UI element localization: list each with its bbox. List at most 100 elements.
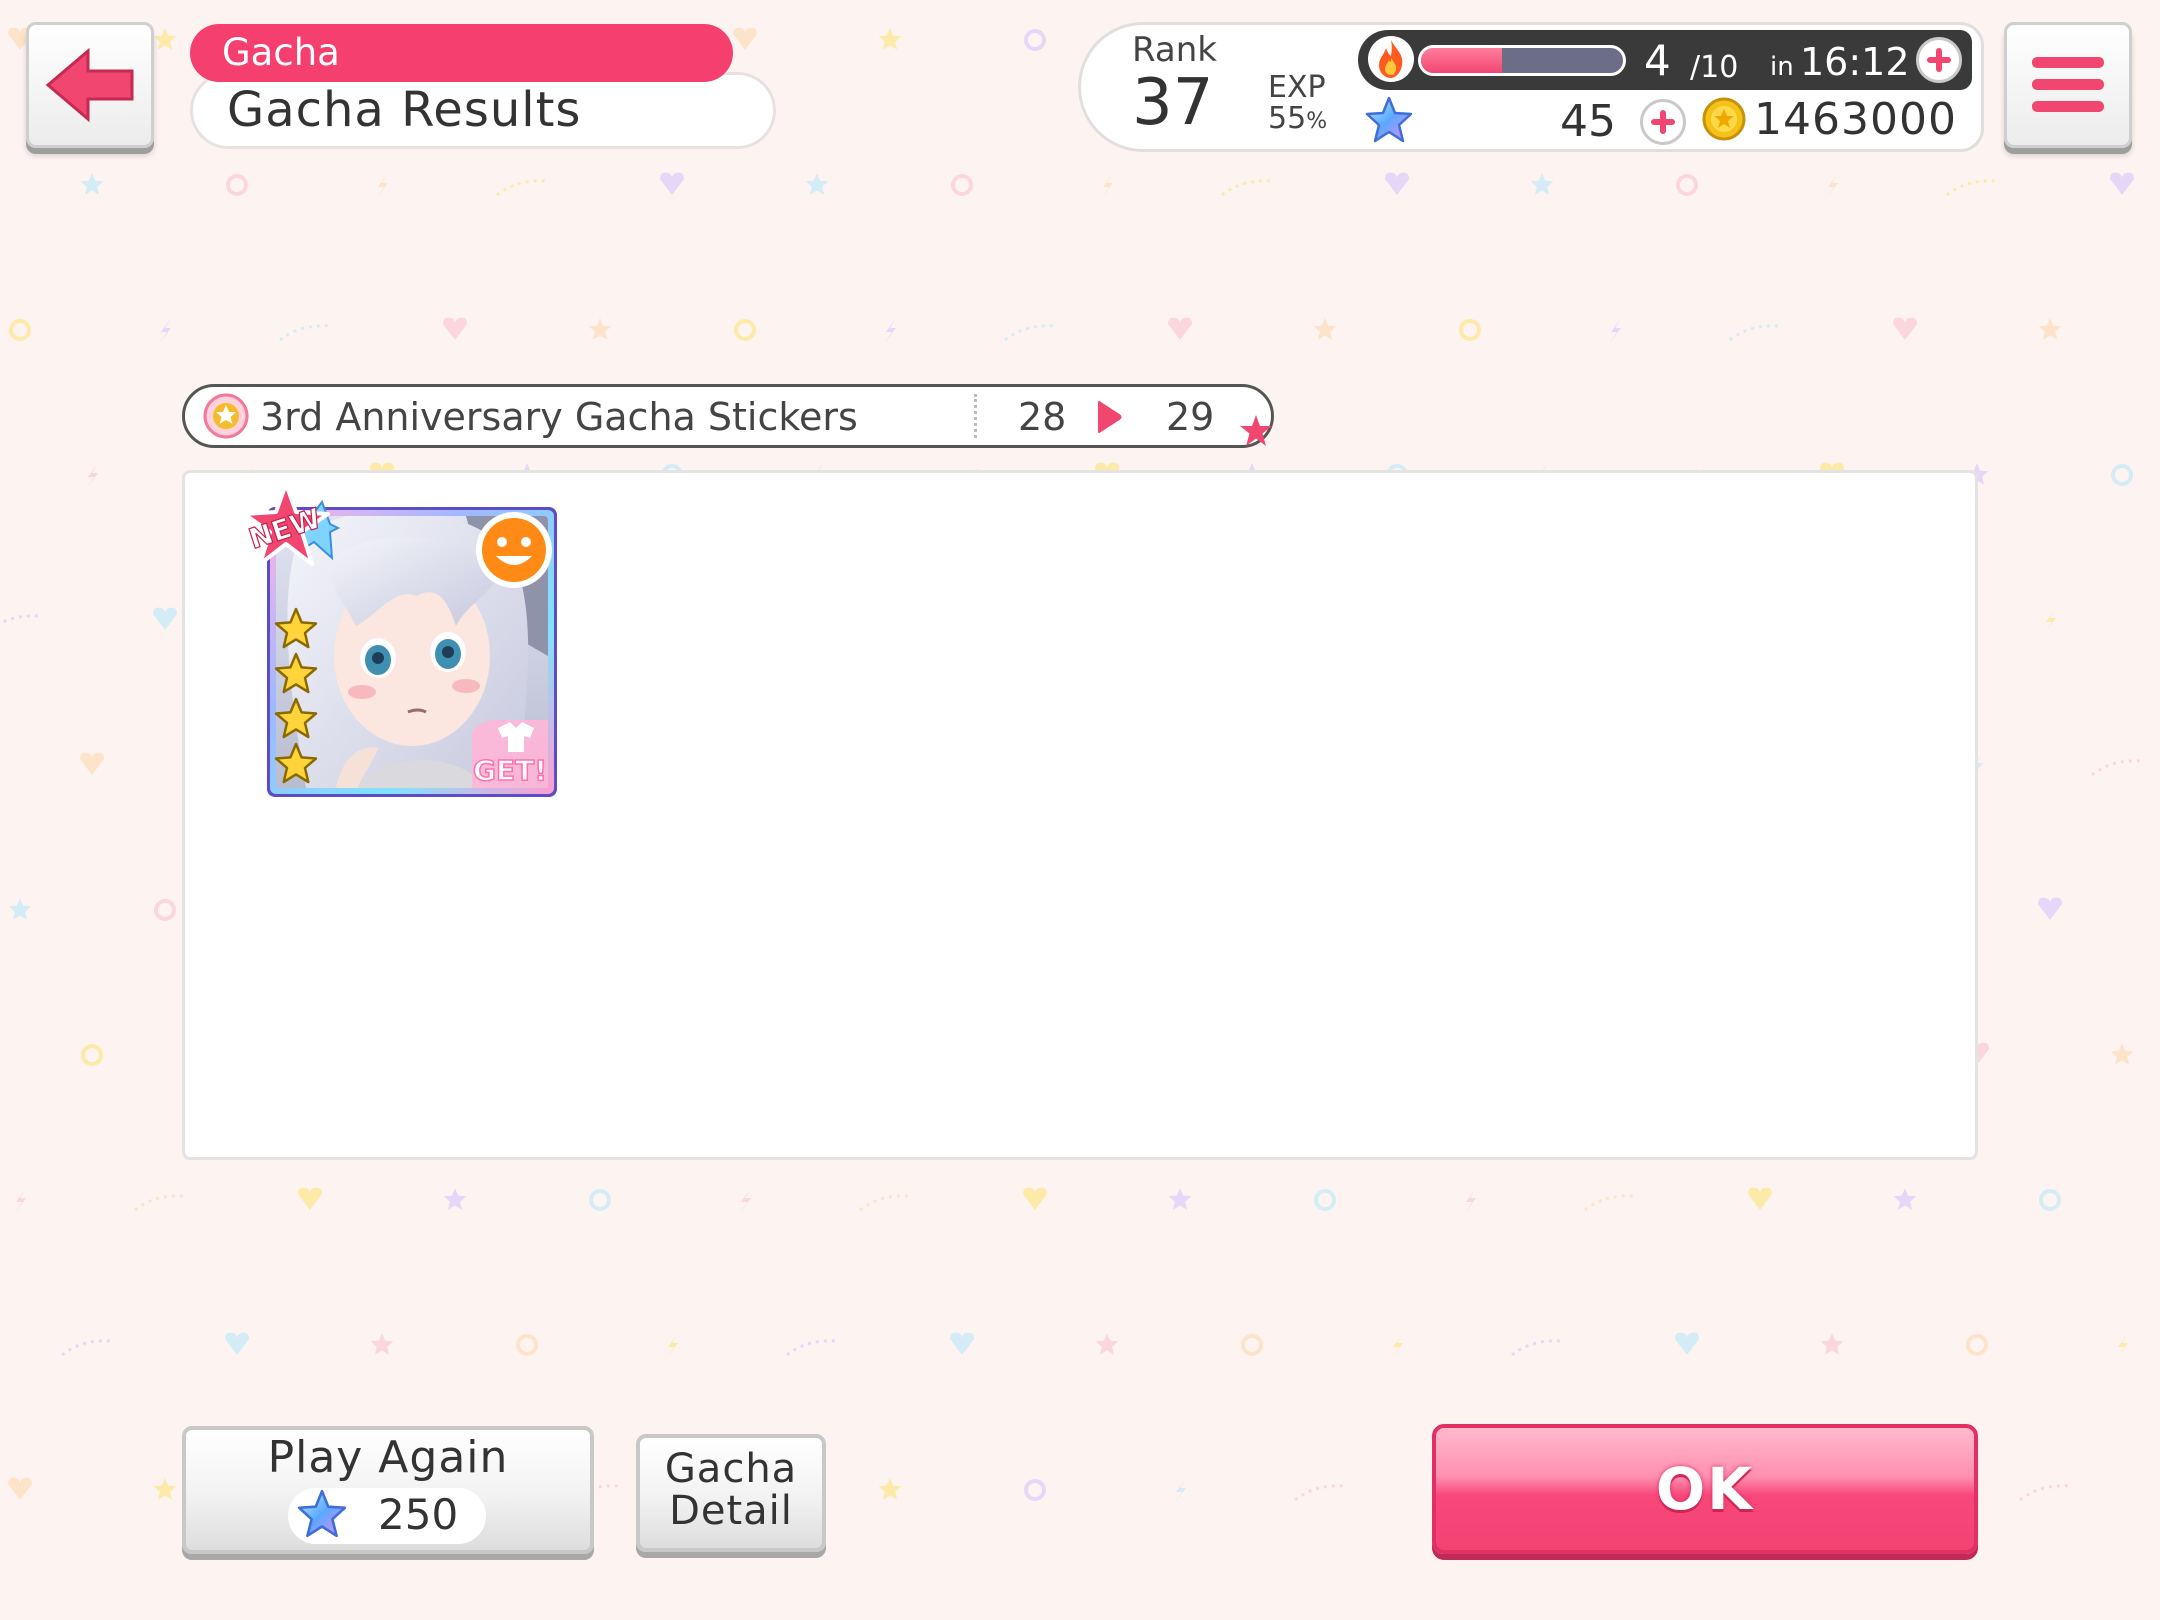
- stamina-recover-time: 16:12: [1800, 40, 1910, 84]
- background-motif: [496, 179, 548, 197]
- background-motif: [878, 1478, 902, 1500]
- new-badge: NEW: [242, 482, 341, 566]
- background-motif: [225, 1332, 249, 1355]
- background-motif: [1095, 1333, 1119, 1355]
- background-motif: [298, 1187, 322, 1210]
- coin-icon: [1702, 97, 1746, 141]
- background-motif: [1024, 1479, 1046, 1501]
- ok-button[interactable]: OK: [1432, 1424, 1978, 1554]
- gacha-detail-label-line1: Gacha: [664, 1446, 798, 1492]
- background-motif: [588, 318, 612, 340]
- background-motif: [1946, 179, 1998, 197]
- stamina-current: 4: [1644, 36, 1671, 85]
- background-motif: [134, 1194, 186, 1212]
- background-motif: [1385, 172, 1409, 195]
- sticker-icon: [203, 393, 249, 439]
- background-motif: [1024, 29, 1046, 51]
- background-motif: [1966, 1334, 1988, 1356]
- add-stamina-button[interactable]: [1916, 37, 1962, 83]
- background-motif: [376, 173, 388, 199]
- background-motif: [1294, 1484, 1346, 1502]
- background-motif: [81, 1044, 103, 1066]
- background-motif: [859, 1194, 911, 1212]
- star-gem-icon: [1365, 96, 1413, 143]
- sticker-count-before: 28: [1018, 395, 1067, 439]
- background-motif: [86, 463, 98, 489]
- background-motif: [1609, 318, 1621, 344]
- background-motif: [159, 318, 171, 344]
- exp-percent: 55: [1268, 101, 1307, 136]
- page-title: Gacha Results: [190, 72, 776, 149]
- fire-icon: [1368, 36, 1414, 82]
- background-motif: [1584, 1194, 1636, 1212]
- background-motif: [80, 752, 104, 775]
- background-motif: [1675, 1332, 1699, 1355]
- coin-count: 1463000: [1754, 94, 1957, 145]
- background-motif: [950, 1332, 974, 1355]
- background-motif: [1511, 1339, 1563, 1357]
- background-motif: [878, 28, 902, 50]
- gacha-detail-label-line2: Detail: [669, 1488, 793, 1534]
- background-motif: [370, 1333, 394, 1355]
- background-motif: [884, 318, 896, 344]
- background-motif: [153, 607, 177, 630]
- costume-get-label: GET!: [473, 754, 547, 787]
- background-motif: [1459, 319, 1481, 341]
- background-motif: [2038, 318, 2062, 340]
- menu-button[interactable]: [2004, 22, 2132, 148]
- background-motif: [786, 1339, 838, 1357]
- background-motif: [80, 173, 104, 195]
- exp-label: EXP: [1268, 70, 1326, 105]
- background-motif: [0, 614, 41, 626]
- background-motif: [1168, 1188, 1192, 1210]
- sticker-divider: [974, 394, 977, 438]
- arrow-right-icon: [1098, 401, 1122, 433]
- background-motif: [1748, 1187, 1772, 1210]
- background-motif: [1221, 179, 1273, 197]
- exp-value: 55%: [1268, 101, 1327, 136]
- background-motif: [153, 28, 177, 50]
- background-motif: [1314, 1189, 1336, 1211]
- background-motif: [951, 174, 973, 196]
- background-motif: [1313, 318, 1337, 340]
- background-motif: [2111, 464, 2133, 486]
- sticker-title: 3rd Anniversary Gacha Stickers: [260, 395, 858, 439]
- background-motif: [2038, 897, 2062, 920]
- background-motif: [1729, 324, 1781, 342]
- background-motif: [733, 27, 757, 50]
- back-button[interactable]: [26, 22, 154, 148]
- background-motif: [516, 1334, 538, 1356]
- background-motif: [8, 1477, 32, 1500]
- sticker-count-after: 29: [1166, 395, 1215, 439]
- background-motif: [1241, 1334, 1263, 1356]
- star-gem-icon: [297, 1489, 347, 1538]
- add-stars-button[interactable]: [1640, 99, 1686, 145]
- play-again-cost: 250: [378, 1490, 459, 1539]
- plus-icon: [1927, 48, 1951, 72]
- background-motif: [1101, 173, 1113, 199]
- background-motif: [1820, 1333, 1844, 1355]
- background-motif: [8, 898, 32, 920]
- background-motif: [2110, 1043, 2134, 1065]
- stamina-recover-prefix: in: [1770, 52, 1794, 82]
- background-motif: [739, 1188, 751, 1214]
- stamina-gauge-fill: [1421, 48, 1502, 73]
- background-motif: [1004, 324, 1056, 342]
- background-motif: [153, 1478, 177, 1500]
- background-motif: [443, 1188, 467, 1210]
- background-motif: [1893, 317, 1917, 340]
- background-motif: [1464, 1188, 1476, 1214]
- costume-get-badge: GET!: [472, 720, 548, 788]
- background-motif: [660, 172, 684, 195]
- background-motif: [1826, 173, 1838, 199]
- hamburger-menu-icon: [2032, 57, 2104, 112]
- background-motif: [443, 317, 467, 340]
- stamina-gauge: [1418, 45, 1626, 76]
- background-motif: [2019, 1484, 2071, 1502]
- background-motif: [666, 1333, 678, 1359]
- star-gem-count: 45: [1560, 96, 1616, 147]
- background-motif: [226, 174, 248, 196]
- rank-label: Rank: [1132, 30, 1217, 70]
- background-motif: [2116, 1333, 2128, 1359]
- background-motif: [154, 899, 176, 921]
